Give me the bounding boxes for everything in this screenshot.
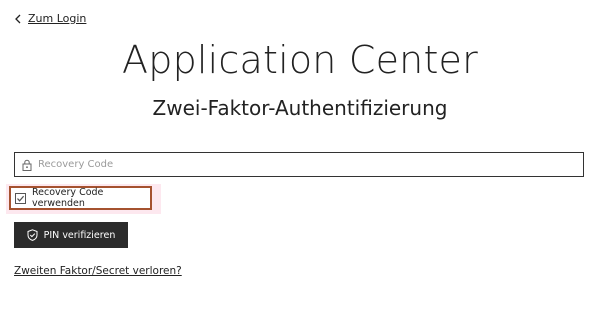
lock-icon (22, 159, 32, 171)
use-recovery-code-checkbox[interactable]: Recovery Code verwenden (9, 186, 152, 210)
verify-pin-label: PIN verifizieren (43, 229, 116, 241)
back-link-label: Zum Login (28, 12, 87, 25)
recovery-code-field[interactable] (14, 152, 584, 177)
check-icon (17, 195, 25, 202)
lost-second-factor-link[interactable]: Zweiten Faktor/Secret verloren? (14, 265, 182, 277)
chevron-left-icon (14, 14, 22, 24)
page-title: Application Center (122, 38, 478, 82)
login-page: Zum Login Application Center Zwei-Faktor… (0, 0, 600, 310)
checkbox-box[interactable] (15, 192, 26, 204)
shield-icon (27, 229, 38, 241)
checkbox-label: Recovery Code verwenden (32, 187, 104, 209)
page-subtitle: Zwei-Faktor-Authentifizierung (152, 96, 448, 120)
verify-pin-button[interactable]: PIN verifizieren (14, 222, 128, 248)
recovery-code-input[interactable] (38, 159, 583, 170)
back-to-login-link[interactable]: Zum Login (14, 12, 86, 25)
